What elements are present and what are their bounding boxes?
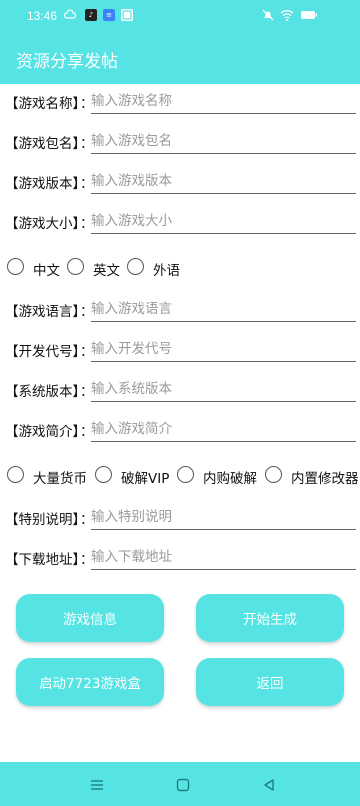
special-notes-row: 【特别说明】 ： bbox=[0, 503, 360, 533]
radio-circle[interactable] bbox=[127, 258, 144, 275]
radio-label: 英文 bbox=[93, 263, 120, 279]
package-name-label: 【游戏包名】 bbox=[5, 136, 86, 152]
radio-circle[interactable] bbox=[177, 466, 194, 483]
radio-circle[interactable] bbox=[265, 466, 282, 483]
radio-label: 内置修改器 bbox=[291, 471, 359, 487]
page-title: 资源分享发帖 bbox=[16, 52, 118, 72]
wifi-icon bbox=[280, 9, 294, 21]
download-url-row: 【下载地址】 ： bbox=[0, 543, 360, 573]
game-size-input[interactable] bbox=[91, 209, 356, 234]
game-name-label: 【游戏名称】 bbox=[5, 96, 86, 112]
special-notes-label: 【特别说明】 bbox=[5, 512, 86, 528]
system-version-row: 【系统版本】 ： bbox=[0, 375, 360, 405]
package-name-input[interactable] bbox=[91, 129, 356, 154]
tiktok-icon: ♪ bbox=[85, 9, 97, 21]
status-time: 13:46 bbox=[27, 9, 58, 23]
app-icon: ≡ bbox=[103, 9, 115, 21]
feature-radio-vip[interactable]: 破解VIP bbox=[95, 464, 173, 488]
game-size-label: 【游戏大小】 bbox=[5, 216, 86, 232]
start-generate-button[interactable]: 开始生成 bbox=[196, 594, 344, 642]
game-size-row: 【游戏大小】 ： bbox=[0, 207, 360, 237]
game-language-row: 【游戏语言】 ： bbox=[0, 295, 360, 325]
download-url-label: 【下载地址】 bbox=[5, 552, 86, 568]
dev-code-input[interactable] bbox=[91, 337, 356, 362]
radio-label: 破解VIP bbox=[121, 471, 170, 487]
system-version-input[interactable] bbox=[91, 377, 356, 402]
home-icon[interactable] bbox=[176, 777, 190, 792]
back-icon[interactable] bbox=[262, 777, 276, 791]
special-notes-input[interactable] bbox=[91, 505, 356, 530]
dev-code-label: 【开发代号】 bbox=[5, 344, 86, 360]
radio-circle[interactable] bbox=[7, 466, 24, 483]
game-version-row: 【游戏版本】 ： bbox=[0, 167, 360, 197]
game-version-input[interactable] bbox=[91, 169, 356, 194]
feature-radio-modifier[interactable]: 内置修改器 bbox=[265, 464, 360, 488]
game-name-row: 【游戏名称】 ： bbox=[0, 87, 360, 117]
dev-code-row: 【开发代号】 ： bbox=[0, 335, 360, 365]
game-intro-input[interactable] bbox=[91, 417, 356, 442]
game-version-label: 【游戏版本】 bbox=[5, 176, 86, 192]
radio-label: 外语 bbox=[153, 263, 180, 279]
app-icon-2 bbox=[121, 9, 133, 21]
package-name-row: 【游戏包名】 ： bbox=[0, 127, 360, 157]
feature-radio-iap[interactable]: 内购破解 bbox=[177, 464, 261, 488]
radio-circle[interactable] bbox=[7, 258, 24, 275]
cloud-icon bbox=[63, 9, 77, 21]
game-info-button[interactable]: 游戏信息 bbox=[16, 594, 164, 642]
language-radio-foreign[interactable]: 外语 bbox=[127, 256, 183, 280]
game-intro-row: 【游戏简介】 ： bbox=[0, 415, 360, 445]
feature-radio-currency[interactable]: 大量货币 bbox=[7, 464, 91, 488]
battery-icon bbox=[300, 9, 318, 21]
system-nav-bar bbox=[0, 762, 360, 806]
radio-label: 内购破解 bbox=[203, 471, 257, 487]
download-url-input[interactable] bbox=[91, 545, 356, 570]
radio-label: 中文 bbox=[33, 263, 60, 279]
language-radio-chinese[interactable]: 中文 bbox=[7, 256, 63, 280]
game-intro-label: 【游戏简介】 bbox=[5, 424, 86, 440]
launch-game-box-button[interactable]: 启动7723游戏盒 bbox=[16, 658, 164, 706]
game-language-label: 【游戏语言】 bbox=[5, 304, 86, 320]
system-version-label: 【系统版本】 bbox=[5, 384, 86, 400]
game-language-input[interactable] bbox=[91, 297, 356, 322]
radio-label: 大量货币 bbox=[33, 471, 87, 487]
radio-circle[interactable] bbox=[67, 258, 84, 275]
status-bar: 13:46 ♪ ≡ bbox=[0, 0, 360, 34]
back-button[interactable]: 返回 bbox=[196, 658, 344, 706]
app-bar: 资源分享发帖 bbox=[0, 34, 360, 84]
mute-icon bbox=[262, 9, 274, 21]
game-name-input[interactable] bbox=[91, 89, 356, 114]
menu-icon[interactable] bbox=[90, 777, 104, 791]
radio-circle[interactable] bbox=[95, 466, 112, 483]
language-radio-english[interactable]: 英文 bbox=[67, 256, 123, 280]
